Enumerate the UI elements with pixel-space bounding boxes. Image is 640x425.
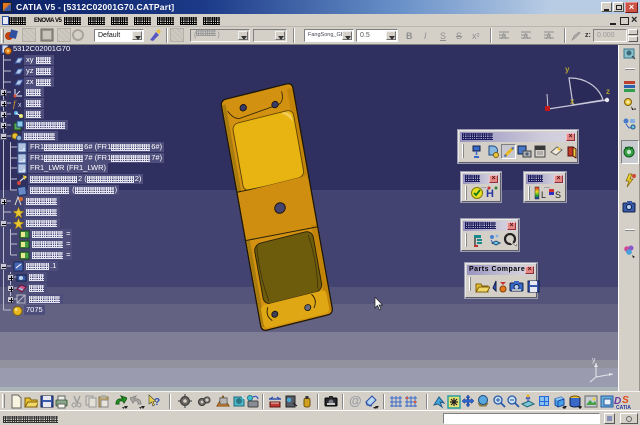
svg-text:x: x [570,97,575,106]
svg-text:z: z [606,87,610,96]
svg-text:?: ? [154,397,160,408]
svg-text:x: x [18,102,22,109]
svg-text:A: A [523,32,529,41]
svg-text:y: y [592,357,596,364]
svg-text:f: f [13,99,17,109]
svg-text:S: S [555,190,561,200]
svg-text:L: L [541,190,546,200]
svg-text:y: y [565,65,570,74]
svg-text:H: H [486,188,494,200]
svg-text:A: A [546,32,552,41]
svg-text:A: A [501,32,507,41]
